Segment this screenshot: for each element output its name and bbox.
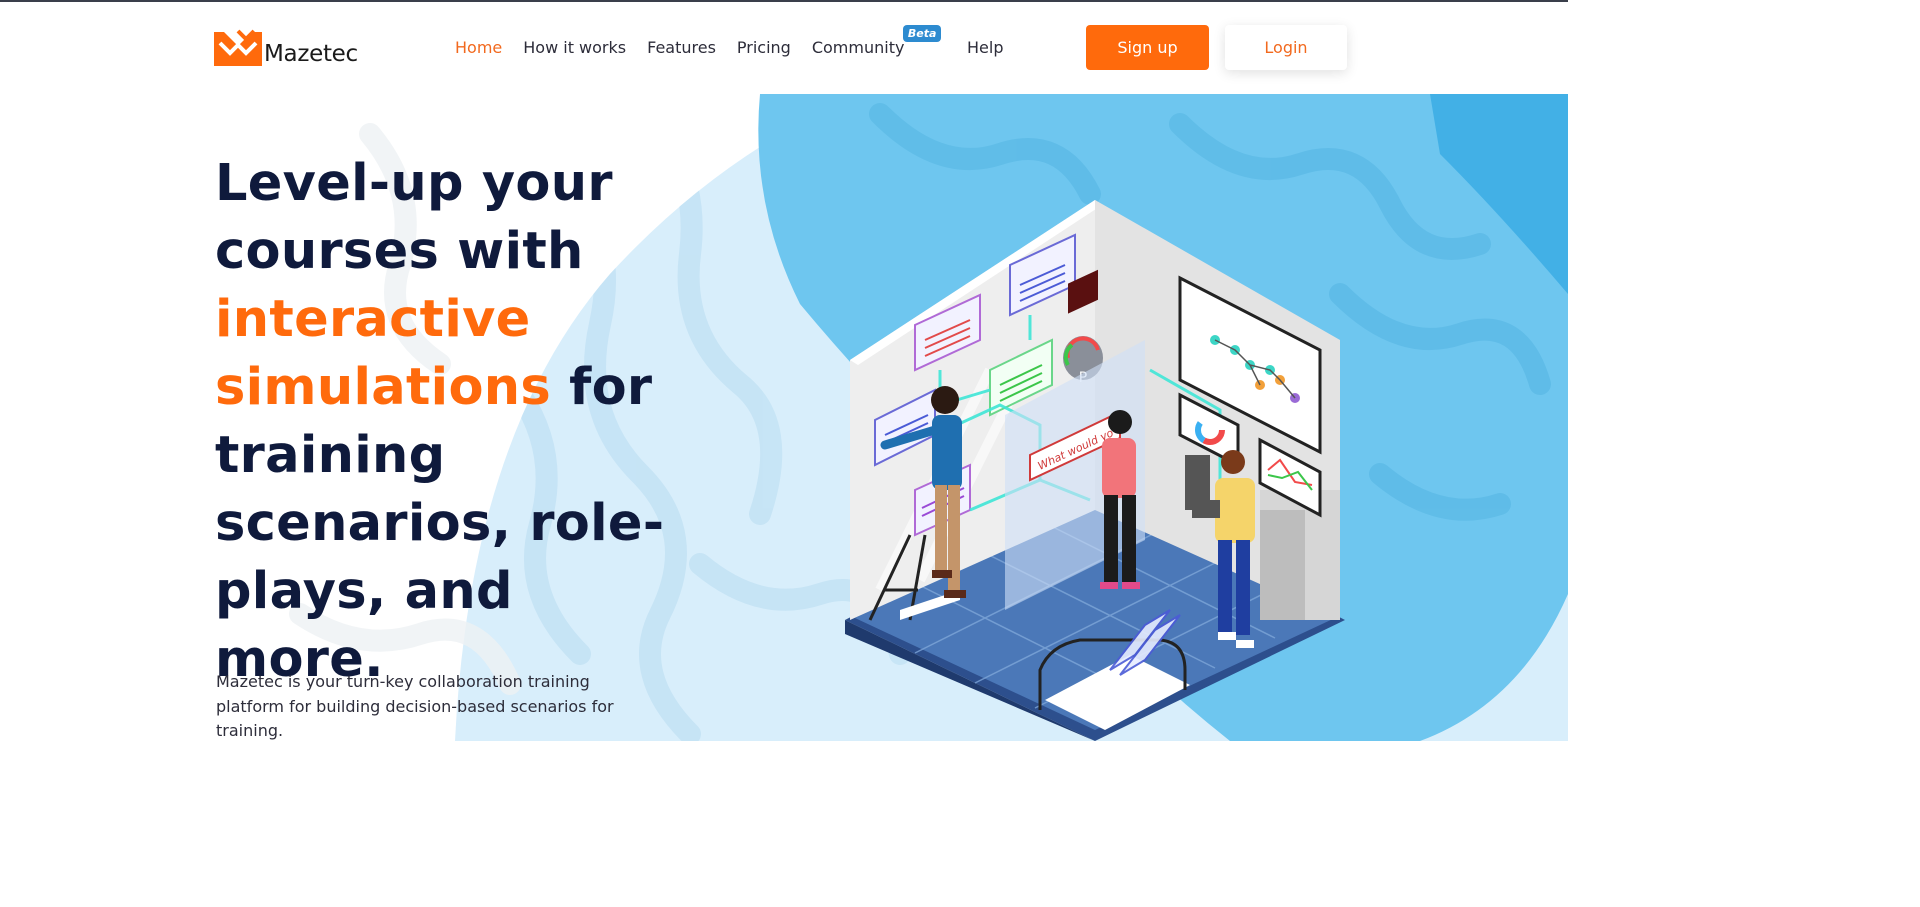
- beta-badge: Beta: [902, 25, 942, 42]
- site-header: Mazetec Home How it works Features Prici…: [0, 2, 1568, 94]
- hero-headline: Level-up your courses with interactive s…: [215, 150, 685, 694]
- nav-home[interactable]: Home: [455, 38, 502, 57]
- signup-button[interactable]: Sign up: [1086, 25, 1209, 70]
- hero-illustration: P What would yo: [845, 200, 1345, 741]
- nav-how-it-works[interactable]: How it works: [523, 38, 626, 57]
- nav-community[interactable]: Community: [812, 38, 905, 57]
- brand-logo[interactable]: Mazetec: [214, 29, 358, 66]
- nav-pricing[interactable]: Pricing: [737, 38, 791, 57]
- nav-community-wrapper: Community Beta: [812, 25, 942, 57]
- mazetec-logo-icon: [214, 29, 262, 66]
- headline-part-1: Level-up your courses with: [215, 154, 613, 281]
- login-button[interactable]: Login: [1225, 25, 1347, 70]
- hero-description: Mazetec is your turn-key collaboration t…: [216, 672, 614, 740]
- brand-name: Mazetec: [264, 41, 358, 67]
- headline-accent: interactive simulations: [215, 290, 552, 417]
- nav-help[interactable]: Help: [967, 38, 1003, 57]
- main-nav: Home How it works Features Pricing Commu…: [455, 25, 942, 57]
- nav-features[interactable]: Features: [647, 38, 716, 57]
